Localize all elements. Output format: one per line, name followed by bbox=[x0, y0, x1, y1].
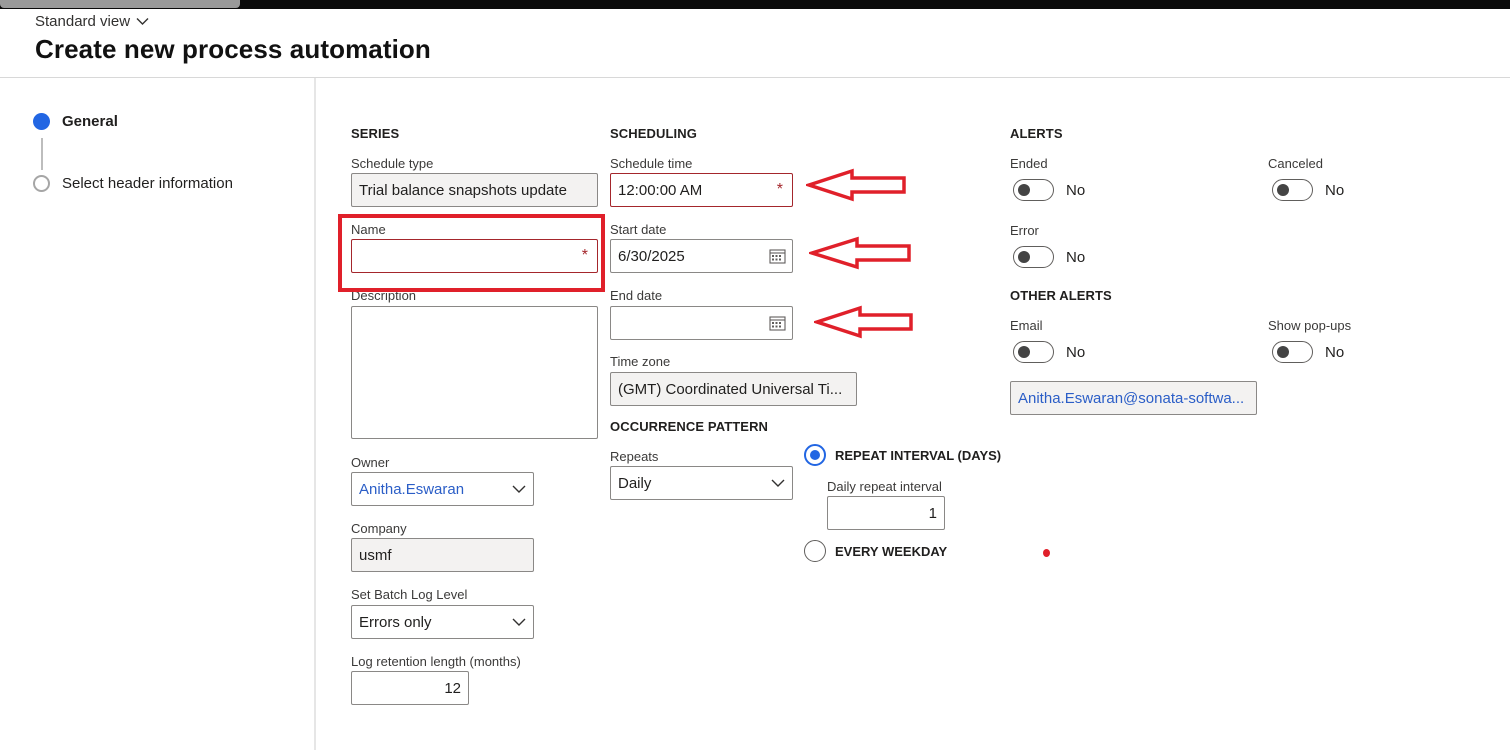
browser-tab[interactable] bbox=[0, 0, 240, 8]
show-popups-toggle[interactable]: No bbox=[1272, 341, 1344, 363]
radio-unselected-icon bbox=[804, 540, 826, 562]
repeat-interval-radio[interactable]: REPEAT INTERVAL (DAYS) bbox=[804, 444, 1001, 466]
schedule-time-value: 12:00:00 AM bbox=[618, 181, 703, 199]
email-toggle[interactable]: No bbox=[1013, 341, 1085, 363]
scheduling-heading: SCHEDULING bbox=[610, 126, 697, 141]
company-label: Company bbox=[351, 521, 407, 536]
start-date-label: Start date bbox=[610, 222, 667, 237]
daily-repeat-interval-label: Daily repeat interval bbox=[827, 479, 942, 494]
page-title: Create new process automation bbox=[35, 34, 431, 64]
start-date-value: 6/30/2025 bbox=[618, 247, 685, 265]
time-zone-label: Time zone bbox=[610, 354, 671, 369]
error-label: Error bbox=[1010, 223, 1039, 238]
view-selector[interactable]: Standard view bbox=[35, 13, 149, 30]
toggle-switch-icon bbox=[1272, 179, 1313, 201]
end-date-label: End date bbox=[610, 288, 663, 303]
alerts-heading: ALERTS bbox=[1010, 126, 1063, 141]
step-active-indicator-icon bbox=[33, 113, 50, 130]
step-general-label: General bbox=[62, 113, 118, 130]
schedule-time-label: Schedule time bbox=[610, 156, 693, 171]
calendar-icon[interactable] bbox=[769, 248, 786, 264]
log-retention-value: 12 bbox=[444, 679, 461, 697]
daily-repeat-interval-value: 1 bbox=[928, 504, 937, 522]
time-zone-field[interactable]: (GMT) Coordinated Universal Ti... bbox=[610, 372, 857, 406]
chevron-down-icon bbox=[771, 479, 785, 487]
schedule-type-label: Schedule type bbox=[351, 156, 434, 171]
end-date-input[interactable] bbox=[610, 306, 793, 340]
show-popups-toggle-value: No bbox=[1325, 343, 1345, 361]
annotation-highlight-box bbox=[338, 214, 605, 292]
step-general[interactable]: General bbox=[33, 113, 118, 130]
every-weekday-radio-label: EVERY WEEKDAY bbox=[835, 543, 948, 559]
other-alerts-heading: OTHER ALERTS bbox=[1010, 288, 1112, 303]
ended-toggle-value: No bbox=[1066, 181, 1086, 199]
toggle-switch-icon bbox=[1013, 179, 1054, 201]
email-address-value: Anitha.Eswaran@sonata-softwa... bbox=[1018, 389, 1245, 407]
required-asterisk-icon: * bbox=[776, 181, 783, 198]
show-popups-label: Show pop-ups bbox=[1268, 318, 1352, 333]
annotation-arrow-icon bbox=[814, 305, 913, 339]
canceled-label: Canceled bbox=[1268, 156, 1323, 171]
step-select-header-label: Select header information bbox=[62, 175, 233, 192]
email-address-field[interactable]: Anitha.Eswaran@sonata-softwa... bbox=[1010, 381, 1257, 415]
every-weekday-radio[interactable]: EVERY WEEKDAY bbox=[804, 540, 947, 562]
batch-log-level-select[interactable]: Errors only bbox=[351, 605, 534, 639]
toggle-switch-icon bbox=[1013, 246, 1054, 268]
chevron-down-icon bbox=[512, 618, 526, 626]
batch-log-level-label: Set Batch Log Level bbox=[351, 587, 468, 602]
owner-select[interactable]: Anitha.Eswaran bbox=[351, 472, 534, 506]
batch-log-level-value: Errors only bbox=[359, 613, 432, 631]
occurrence-pattern-heading: OCCURRENCE PATTERN bbox=[610, 419, 769, 434]
company-field: usmf bbox=[351, 538, 534, 572]
email-label: Email bbox=[1010, 318, 1043, 333]
repeat-interval-radio-label: REPEAT INTERVAL (DAYS) bbox=[835, 447, 1002, 463]
toggle-switch-icon bbox=[1013, 341, 1054, 363]
ended-label: Ended bbox=[1010, 156, 1048, 171]
company-value: usmf bbox=[359, 546, 392, 564]
annotation-dot bbox=[1043, 549, 1050, 557]
chevron-down-icon bbox=[512, 485, 526, 493]
repeats-select[interactable]: Daily bbox=[610, 466, 793, 500]
canceled-toggle-value: No bbox=[1325, 181, 1345, 199]
view-selector-label: Standard view bbox=[35, 13, 131, 30]
ended-toggle[interactable]: No bbox=[1013, 179, 1085, 201]
step-select-header-information[interactable]: Select header information bbox=[33, 175, 233, 192]
email-toggle-value: No bbox=[1066, 343, 1086, 361]
toggle-switch-icon bbox=[1272, 341, 1313, 363]
start-date-input[interactable]: 6/30/2025 bbox=[610, 239, 793, 273]
daily-repeat-interval-input[interactable]: 1 bbox=[827, 496, 945, 530]
calendar-icon[interactable] bbox=[769, 315, 786, 331]
time-zone-value: (GMT) Coordinated Universal Ti... bbox=[618, 380, 843, 398]
repeats-value: Daily bbox=[618, 474, 652, 492]
schedule-time-input[interactable]: 12:00:00 AM * bbox=[610, 173, 793, 207]
canceled-toggle[interactable]: No bbox=[1272, 179, 1344, 201]
description-textarea[interactable] bbox=[351, 306, 598, 439]
chevron-down-icon bbox=[136, 18, 149, 25]
log-retention-input[interactable]: 12 bbox=[351, 671, 469, 705]
error-toggle-value: No bbox=[1066, 248, 1086, 266]
annotation-arrow-icon bbox=[809, 236, 911, 270]
owner-label: Owner bbox=[351, 455, 390, 470]
radio-selected-icon bbox=[804, 444, 826, 466]
log-retention-label: Log retention length (months) bbox=[351, 654, 521, 669]
series-heading: SERIES bbox=[351, 126, 400, 141]
browser-top-bar bbox=[0, 0, 1510, 9]
schedule-type-field: Trial balance snapshots update bbox=[351, 173, 598, 207]
annotation-arrow-icon bbox=[806, 168, 906, 202]
owner-value: Anitha.Eswaran bbox=[359, 480, 465, 498]
error-toggle[interactable]: No bbox=[1013, 246, 1085, 268]
step-inactive-indicator-icon bbox=[33, 175, 50, 192]
repeats-label: Repeats bbox=[610, 449, 659, 464]
step-connector bbox=[41, 138, 43, 170]
schedule-type-value: Trial balance snapshots update bbox=[359, 181, 567, 199]
